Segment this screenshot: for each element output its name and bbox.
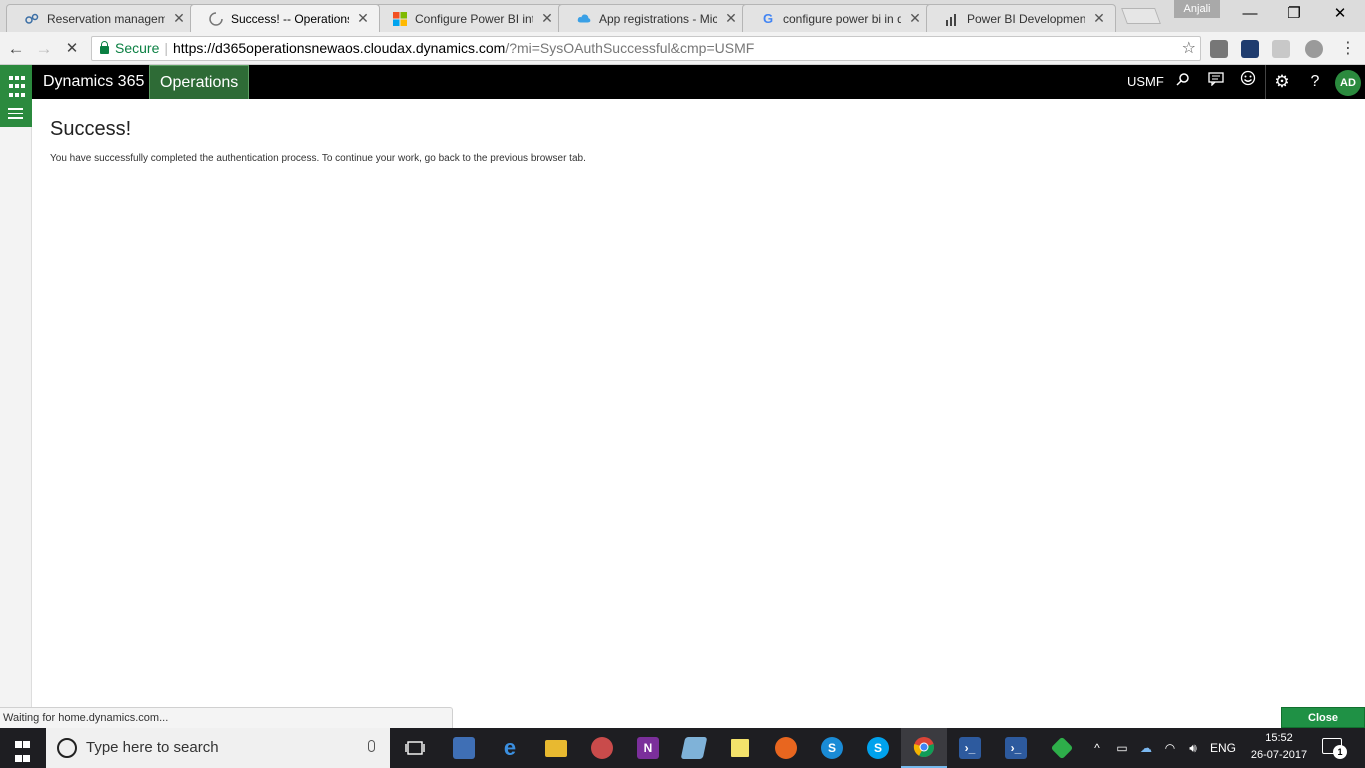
cortana-icon [57, 738, 77, 758]
skype-icon[interactable]: S [855, 728, 901, 768]
extension-chart-icon[interactable] [1241, 40, 1259, 58]
company-picker[interactable]: USMF [1127, 65, 1164, 99]
extension-user-icon[interactable] [1305, 40, 1323, 58]
system-clock[interactable]: 15:52 26-07-2017 [1246, 730, 1312, 764]
restore-icon[interactable]: ❐ [1271, 0, 1317, 28]
browser-tab[interactable]: G configure power bi in d ✕ [742, 4, 932, 32]
clock-time: 15:52 [1265, 732, 1293, 744]
back-arrow-icon[interactable]: ← [5, 38, 27, 60]
address-bar[interactable]: Secure | https://d365operationsnewaos.clou… [91, 36, 1201, 61]
browser-tab-strip: Reservation manageme ✕ Success! -- Opera… [0, 0, 1365, 32]
hamburger-menu-icon[interactable] [0, 99, 32, 127]
window-close-icon[interactable]: ✕ [1317, 0, 1363, 28]
browser-tab-active[interactable]: Success! -- Operations ✕ [190, 4, 380, 32]
success-message: You have successfully completed the auth… [50, 153, 586, 164]
onedrive-cloud-icon[interactable]: ☁ [1136, 728, 1156, 768]
module-name[interactable]: Operations [149, 65, 250, 99]
microphone-icon[interactable] [368, 740, 375, 752]
page-title: Success! [50, 118, 132, 140]
close-icon[interactable]: ✕ [907, 10, 923, 27]
secure-label: Secure [115, 40, 160, 56]
firefox-icon[interactable] [763, 728, 809, 768]
message-icon[interactable] [1201, 65, 1231, 99]
powershell-icon[interactable]: ›_ [993, 728, 1039, 768]
close-icon[interactable]: ✕ [171, 10, 187, 27]
browser-tab[interactable]: Reservation manageme ✕ [6, 4, 196, 32]
close-icon[interactable]: ✕ [355, 10, 371, 27]
browser-tab[interactable]: App registrations - Mic ✕ [558, 4, 748, 32]
microsoft-icon [393, 11, 407, 26]
network-icon [25, 12, 39, 26]
app-launcher-icon[interactable] [0, 65, 32, 99]
divider: | [164, 40, 168, 56]
app-header: Dynamics 365 Operations USMF ⚙ ? AD [0, 65, 1365, 99]
divider [1265, 65, 1266, 99]
clock-date: 26-07-2017 [1250, 749, 1308, 761]
stop-loading-icon[interactable]: ✕ [61, 38, 83, 60]
main-content: Success! You have successfully completed… [50, 118, 586, 164]
tab-title: Reservation manageme [47, 11, 165, 26]
powershell-icon[interactable]: ›_ [947, 728, 993, 768]
app-diamond-icon[interactable] [1039, 728, 1085, 768]
bar-chart-icon [945, 12, 959, 26]
close-button[interactable]: Close [1281, 707, 1365, 728]
volume-icon[interactable]: 🔊︎ [1183, 728, 1203, 768]
help-icon[interactable]: ? [1300, 65, 1330, 99]
task-view-icon[interactable] [392, 728, 438, 768]
bookmark-star-icon[interactable]: ☆ [1182, 37, 1196, 60]
extension-pdf-icon[interactable] [1272, 40, 1290, 58]
wifi-icon[interactable]: ◠ [1160, 728, 1180, 768]
extension-icon[interactable] [1210, 40, 1228, 58]
url-path: /?mi=SysOAuthSuccessful&cmp=USMF [505, 40, 755, 56]
smiley-feedback-icon[interactable] [1233, 65, 1263, 99]
tab-title: Power BI Development [967, 11, 1085, 26]
browser-tab[interactable]: Configure Power BI inte ✕ [374, 4, 564, 32]
loading-icon [209, 11, 223, 26]
language-indicator[interactable]: ENG [1207, 728, 1239, 768]
menu-dots-icon[interactable]: ⋮ [1337, 38, 1359, 60]
minimize-icon[interactable]: — [1227, 0, 1273, 28]
search-placeholder: Type here to search [86, 739, 219, 756]
tab-title: configure power bi in d [783, 11, 901, 26]
lock-icon [100, 41, 109, 54]
google-icon: G [762, 11, 774, 26]
notification-center-icon[interactable]: 1 [1322, 738, 1347, 759]
skype-business-icon[interactable]: S [809, 728, 855, 768]
cloud-icon [577, 12, 591, 26]
tab-title: Configure Power BI inte [415, 11, 533, 26]
close-icon[interactable]: ✕ [1091, 10, 1107, 27]
profile-button[interactable]: Anjali [1174, 0, 1220, 18]
browser-status-bubble: Waiting for home.dynamics.com... [0, 707, 453, 728]
battery-icon[interactable]: ▭ [1112, 728, 1132, 768]
snipping-tool-icon[interactable] [579, 728, 625, 768]
notepad-icon[interactable] [671, 728, 717, 768]
browser-toolbar: ← → ✕ Secure | https://d365operationsnewao… [0, 32, 1365, 65]
forward-arrow-icon[interactable]: → [33, 38, 55, 60]
url-host: https://d365operationsnewaos.cloudax.dyn… [173, 40, 506, 56]
close-icon[interactable]: ✕ [539, 10, 555, 27]
search-icon[interactable] [1168, 65, 1198, 99]
edge-browser-icon[interactable]: e [487, 728, 533, 768]
chevron-up-icon[interactable]: ^ [1088, 728, 1106, 768]
brand-title[interactable]: Dynamics 365 [43, 65, 144, 99]
windows-start-icon[interactable] [0, 728, 46, 768]
new-tab-button[interactable] [1121, 8, 1161, 24]
sticky-notes-icon[interactable] [717, 728, 763, 768]
taskbar-search-input[interactable]: Type here to search [46, 728, 390, 768]
avatar[interactable]: AD [1335, 70, 1361, 96]
file-explorer-icon[interactable] [533, 728, 579, 768]
onenote-icon[interactable]: N [625, 728, 671, 768]
close-icon[interactable]: ✕ [723, 10, 739, 27]
navigation-rail [0, 99, 32, 707]
notification-count-badge: 1 [1333, 745, 1347, 759]
tab-title: Success! -- Operations [231, 11, 349, 26]
windows-taskbar: Type here to search e N S S ›_ ›_ ^ ▭ ☁ … [0, 728, 1365, 768]
chrome-icon[interactable] [901, 728, 947, 768]
remote-desktop-icon[interactable] [441, 728, 487, 768]
browser-tab[interactable]: Power BI Development ✕ [926, 4, 1116, 32]
gear-icon[interactable]: ⚙ [1267, 65, 1297, 99]
tab-title: App registrations - Mic [599, 11, 717, 26]
